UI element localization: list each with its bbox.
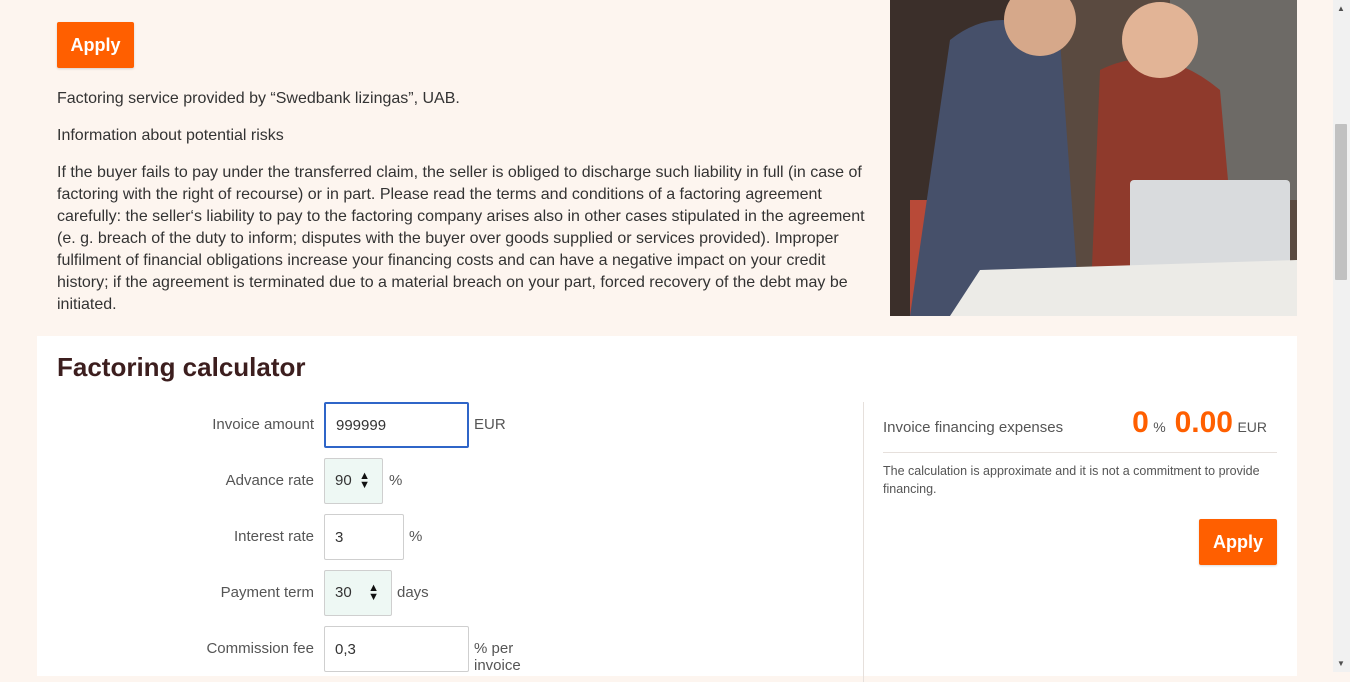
select-arrows-icon: ▲ ▼ bbox=[359, 470, 370, 491]
risks-text: If the buyer fails to pay under the tran… bbox=[57, 164, 865, 313]
page-scrollbar[interactable]: ▲ ▼ bbox=[1333, 0, 1350, 672]
advance-rate-unit: % bbox=[389, 472, 403, 489]
calculation-disclaimer: The calculation is approximate and it is… bbox=[883, 464, 1260, 496]
expenses-percent: 0 bbox=[1132, 406, 1149, 439]
people-at-laptop-image bbox=[890, 0, 1297, 316]
invoice-amount-unit: EUR bbox=[474, 416, 506, 433]
invoice-amount-label: Invoice amount bbox=[212, 416, 314, 433]
advance-rate-value: 90 bbox=[335, 472, 352, 489]
payment-term-label: Payment term bbox=[220, 584, 314, 601]
apply-button-top[interactable]: Apply bbox=[57, 22, 134, 68]
hero-photo bbox=[890, 0, 1297, 316]
risks-heading: Information about potential risks bbox=[57, 127, 284, 144]
payment-term-unit: days bbox=[397, 584, 429, 601]
advance-rate-select[interactable]: 90 ▲ ▼ bbox=[324, 458, 383, 504]
commission-fee-unit: % per invoice bbox=[474, 640, 521, 674]
expenses-amount: 0.00 bbox=[1174, 406, 1233, 439]
column-divider bbox=[863, 402, 864, 682]
interest-rate-label: Interest rate bbox=[233, 528, 314, 545]
commission-fee-label: Commission fee bbox=[206, 640, 314, 657]
expenses-percent-unit: % bbox=[1153, 419, 1166, 435]
interest-rate-unit: % bbox=[409, 528, 423, 545]
factoring-calculator: Factoring calculator Invoice amount EUR … bbox=[37, 336, 1297, 682]
payment-term-select[interactable]: 30 ▲ ▼ bbox=[324, 570, 392, 616]
commission-fee-input[interactable] bbox=[324, 626, 469, 672]
advance-rate-label: Advance rate bbox=[225, 472, 314, 489]
scroll-down-icon[interactable]: ▼ bbox=[1337, 659, 1345, 668]
provider-text: Factoring service provided by “Swedbank … bbox=[57, 90, 460, 107]
payment-term-value: 30 bbox=[335, 584, 352, 601]
expenses-currency: EUR bbox=[1237, 419, 1267, 435]
select-arrows-icon: ▲ ▼ bbox=[368, 582, 379, 603]
apply-button-calculator[interactable]: Apply bbox=[1199, 519, 1277, 565]
financing-expenses-value: 0 % 0.00 EUR bbox=[1132, 406, 1267, 440]
calculator-title: Factoring calculator bbox=[57, 352, 306, 382]
intro-section: Factoring service provided by “Swedbank … bbox=[57, 88, 872, 331]
financing-expenses-label: Invoice financing expenses bbox=[883, 419, 1064, 436]
scroll-up-icon[interactable]: ▲ bbox=[1337, 4, 1345, 13]
scrollbar-thumb[interactable] bbox=[1335, 124, 1347, 280]
result-divider bbox=[883, 452, 1277, 453]
invoice-amount-input[interactable] bbox=[324, 402, 469, 448]
interest-rate-input[interactable] bbox=[324, 514, 404, 560]
